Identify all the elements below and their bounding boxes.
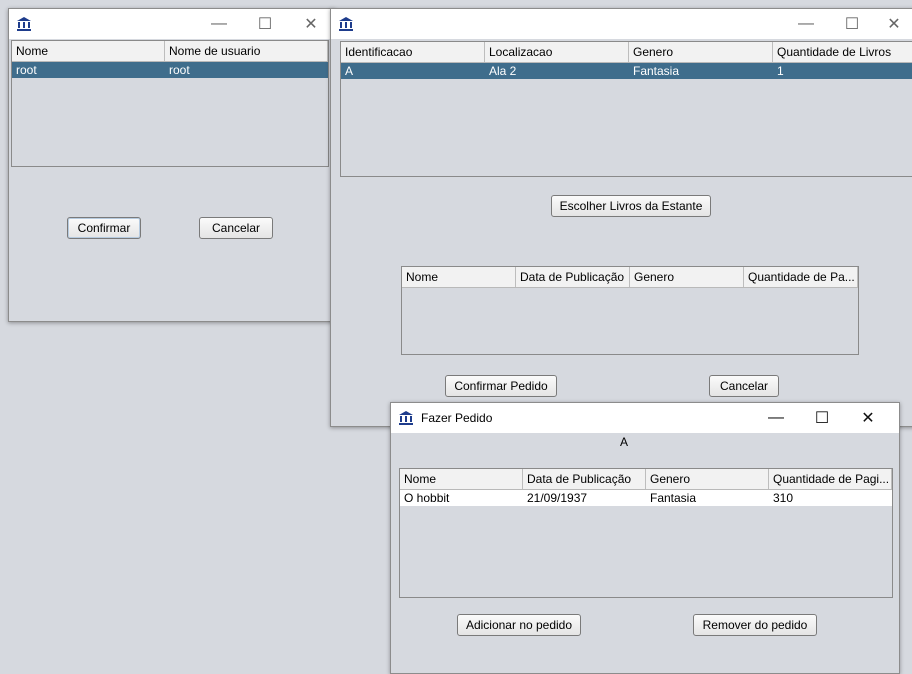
column-header-genero[interactable]: Genero bbox=[646, 469, 769, 489]
user-table[interactable]: Nome Nome de usuario root root bbox=[11, 40, 329, 167]
title-bar[interactable]: — ☐ ✕ bbox=[9, 9, 334, 39]
add-to-order-button[interactable]: Adicionar no pedido bbox=[457, 614, 581, 636]
column-header-nome[interactable]: Nome bbox=[402, 267, 516, 287]
cell-nome: root bbox=[16, 63, 37, 77]
column-header-nome[interactable]: Nome bbox=[12, 41, 165, 61]
cell-genero: Fantasia bbox=[650, 491, 697, 505]
cell-genero: Fantasia bbox=[633, 64, 680, 78]
column-header-localizacao[interactable]: Localizacao bbox=[485, 42, 629, 62]
confirm-button[interactable]: Confirmar bbox=[67, 217, 141, 239]
table-row[interactable]: root root bbox=[12, 62, 328, 78]
cell-quantidade-de-livros: 1 bbox=[777, 64, 784, 78]
title-bar[interactable]: Fazer Pedido — ☐ ✕ bbox=[391, 403, 899, 433]
window-title: Fazer Pedido bbox=[421, 411, 493, 425]
maximize-icon[interactable]: ☐ bbox=[829, 9, 875, 39]
maximize-icon[interactable]: ☐ bbox=[242, 9, 288, 39]
close-icon[interactable]: ✕ bbox=[845, 403, 891, 433]
minimize-icon[interactable]: — bbox=[196, 9, 242, 39]
title-bar[interactable]: — ☐ ✕ bbox=[331, 9, 912, 39]
minimize-icon[interactable]: — bbox=[783, 9, 829, 39]
cell-identificacao: A bbox=[345, 64, 354, 78]
cancel-button[interactable]: Cancelar bbox=[199, 217, 273, 239]
cell-data-de-publicacao: 21/09/1937 bbox=[527, 491, 588, 505]
column-header-quantidade-de-paginas[interactable]: Quantidade de Pa... bbox=[744, 267, 858, 287]
confirm-order-button[interactable]: Confirmar Pedido bbox=[445, 375, 557, 397]
remove-from-order-button[interactable]: Remover do pedido bbox=[693, 614, 817, 636]
table-header: Nome Data de Publicação Genero Quantidad… bbox=[402, 267, 858, 288]
library-icon bbox=[337, 15, 355, 33]
table-row[interactable]: A Ala 2 Fantasia 1 bbox=[341, 63, 912, 79]
order-window: Fazer Pedido — ☐ ✕ A Nome Data de Public… bbox=[390, 402, 900, 674]
table-header: Identificacao Localizacao Genero Quantid… bbox=[341, 42, 912, 63]
choose-books-button[interactable]: Escolher Livros da Estante bbox=[551, 195, 711, 217]
column-header-genero[interactable]: Genero bbox=[630, 267, 744, 287]
column-header-quantidade-de-paginas[interactable]: Quantidade de Pagi... bbox=[769, 469, 892, 489]
library-icon bbox=[15, 15, 33, 33]
column-header-nome-de-usuario[interactable]: Nome de usuario bbox=[165, 41, 328, 61]
maximize-icon[interactable]: ☐ bbox=[799, 403, 845, 433]
table-header: Nome Nome de usuario bbox=[12, 41, 328, 62]
shelf-id-label: A bbox=[620, 435, 629, 449]
cancel-button[interactable]: Cancelar bbox=[709, 375, 779, 397]
table-header: Nome Data de Publicação Genero Quantidad… bbox=[400, 469, 892, 490]
column-header-data-de-publicacao[interactable]: Data de Publicação bbox=[523, 469, 646, 489]
close-icon[interactable]: ✕ bbox=[875, 9, 912, 39]
cell-quantidade-de-paginas: 310 bbox=[773, 491, 794, 505]
cell-localizacao: Ala 2 bbox=[489, 64, 517, 78]
cell-nome: O hobbit bbox=[404, 491, 450, 505]
column-header-data-de-publicacao[interactable]: Data de Publicação bbox=[516, 267, 630, 287]
user-select-window: — ☐ ✕ Nome Nome de usuario root root Con… bbox=[8, 8, 335, 322]
cell-nome-de-usuario: root bbox=[169, 63, 190, 77]
minimize-icon[interactable]: — bbox=[753, 403, 799, 433]
close-icon[interactable]: ✕ bbox=[288, 9, 334, 39]
table-row[interactable]: O hobbit 21/09/1937 Fantasia 310 bbox=[400, 490, 892, 506]
library-icon bbox=[397, 409, 415, 427]
shelf-select-window: — ☐ ✕ Identificacao Localizacao Genero Q… bbox=[330, 8, 912, 427]
order-book-table[interactable]: Nome Data de Publicação Genero Quantidad… bbox=[399, 468, 893, 598]
shelf-table[interactable]: Identificacao Localizacao Genero Quantid… bbox=[340, 41, 912, 177]
column-header-identificacao[interactable]: Identificacao bbox=[341, 42, 485, 62]
column-header-quantidade-de-livros[interactable]: Quantidade de Livros bbox=[773, 42, 912, 62]
column-header-genero[interactable]: Genero bbox=[629, 42, 773, 62]
column-header-nome[interactable]: Nome bbox=[400, 469, 523, 489]
book-table[interactable]: Nome Data de Publicação Genero Quantidad… bbox=[401, 266, 859, 355]
